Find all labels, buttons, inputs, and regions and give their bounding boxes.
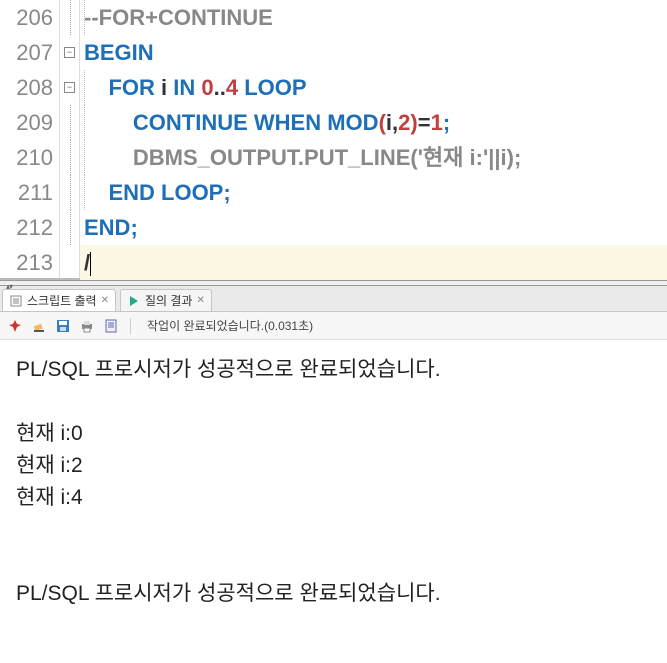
close-icon[interactable]: ✕ — [196, 295, 204, 306]
line-number: 208 — [0, 70, 59, 105]
code-area[interactable]: --FOR+CONTINUEBEGIN FOR i IN 0..4 LOOP C… — [80, 0, 667, 278]
code-line[interactable]: DBMS_OUTPUT.PUT_LINE('현재 i:'||i); — [80, 140, 667, 175]
fold-cell — [60, 245, 79, 280]
pane-resize-handle[interactable]: ▴▾ — [0, 280, 667, 286]
fold-cell — [60, 175, 79, 210]
eraser-icon[interactable] — [30, 317, 48, 335]
line-number: 211 — [0, 175, 59, 210]
script-icon — [9, 294, 23, 308]
code-line[interactable]: END; — [80, 210, 667, 245]
text-cursor — [90, 252, 91, 276]
save-icon[interactable] — [54, 317, 72, 335]
fold-cell[interactable]: − — [60, 70, 79, 105]
tab-script-output[interactable]: 스크립트 출력 ✕ — [2, 289, 116, 311]
print-icon[interactable] — [78, 317, 96, 335]
status-text: 작업이 완료되었습니다.(0.031초) — [147, 317, 313, 334]
output-line — [16, 386, 651, 418]
output-line: PL/SQL 프로시저가 성공적으로 완료되었습니다. — [16, 354, 651, 386]
tab-label: 질의 결과 — [145, 292, 193, 309]
output-tabs: 스크립트 출력✕질의 결과✕ — [0, 286, 667, 312]
fold-minus-icon[interactable]: − — [64, 82, 75, 93]
line-number: 209 — [0, 105, 59, 140]
code-editor[interactable]: 206207208209210211212213 −− --FOR+CONTIN… — [0, 0, 667, 280]
code-line[interactable]: FOR i IN 0..4 LOOP — [80, 70, 667, 105]
output-line: 현재 i:2 — [16, 450, 651, 482]
line-number: 212 — [0, 210, 59, 245]
script-output[interactable]: PL/SQL 프로시저가 성공적으로 완료되었습니다. 현재 i:0현재 i:2현… — [0, 340, 667, 624]
output-line: 현재 i:4 — [16, 482, 651, 514]
line-number-gutter: 206207208209210211212213 — [0, 0, 60, 278]
fold-cell — [60, 210, 79, 245]
fold-cell — [60, 105, 79, 140]
fold-cell — [60, 0, 79, 35]
fold-minus-icon[interactable]: − — [64, 47, 75, 58]
fold-cell — [60, 140, 79, 175]
code-line[interactable]: CONTINUE WHEN MOD(i,2)=1; — [80, 105, 667, 140]
tab-query-result[interactable]: 질의 결과✕ — [120, 289, 212, 311]
close-icon[interactable]: ✕ — [101, 295, 109, 306]
output-toolbar: 작업이 완료되었습니다.(0.031초) — [0, 312, 667, 340]
code-line[interactable]: END LOOP; — [80, 175, 667, 210]
line-number: 210 — [0, 140, 59, 175]
output-line: 현재 i:0 — [16, 418, 651, 450]
code-line[interactable]: --FOR+CONTINUE — [80, 0, 667, 35]
tab-label: 스크립트 출력 — [27, 292, 97, 309]
pin-icon[interactable] — [6, 317, 24, 335]
output-line: PL/SQL 프로시저가 성공적으로 완료되었습니다. — [16, 578, 651, 610]
fold-gutter[interactable]: −− — [60, 0, 80, 278]
toolbar-separator — [130, 318, 131, 334]
code-line[interactable]: BEGIN — [80, 35, 667, 70]
output-line — [16, 514, 651, 546]
code-line[interactable]: / — [80, 245, 667, 280]
text-page-icon[interactable] — [102, 317, 120, 335]
play-icon — [127, 294, 141, 308]
line-number: 206 — [0, 0, 59, 35]
output-line — [16, 546, 651, 578]
line-number: 213 — [0, 245, 59, 280]
fold-cell[interactable]: − — [60, 35, 79, 70]
line-number: 207 — [0, 35, 59, 70]
grip-icon: ▴▾ — [6, 282, 12, 291]
